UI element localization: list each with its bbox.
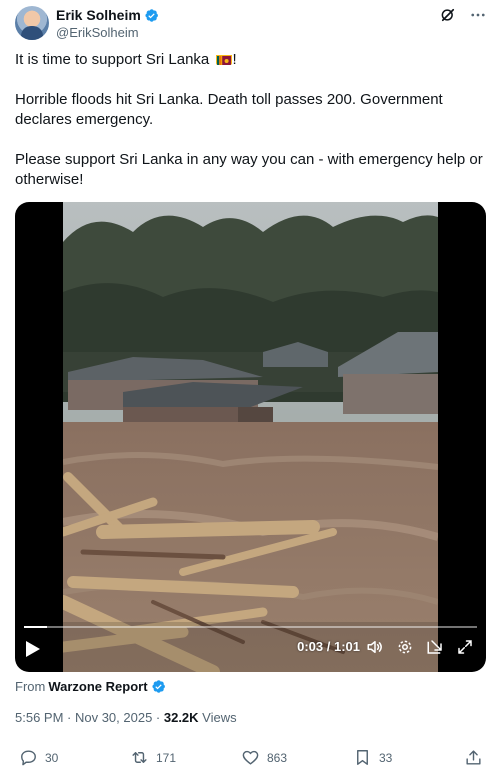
fullscreen-icon[interactable] xyxy=(456,638,474,656)
source-name-link[interactable]: Warzone Report xyxy=(48,679,147,694)
repost-icon xyxy=(132,752,147,763)
source-prefix: From xyxy=(15,679,46,694)
tweet-text: It is time to support Sri Lanka ! Horrib… xyxy=(15,50,487,190)
grok-icon[interactable] xyxy=(439,6,457,24)
reply-count: 30 xyxy=(45,750,59,765)
share-icon xyxy=(466,750,481,765)
source-verified-badge-icon xyxy=(151,679,166,694)
settings-gear-icon[interactable] xyxy=(396,638,414,656)
tweet-header: Erik Solheim @ErikSolheim xyxy=(15,6,487,42)
reply-button[interactable]: 30 xyxy=(19,748,58,767)
like-count: 863 xyxy=(267,750,288,765)
tweet-timestamp[interactable]: 5:56 PM · Nov 30, 2025 · xyxy=(15,710,164,725)
author-display-name[interactable]: Erik Solheim xyxy=(56,7,141,24)
tweet-paragraph-1: It is time to support Sri Lanka ! xyxy=(15,50,487,70)
author-block: Erik Solheim @ErikSolheim xyxy=(56,7,159,41)
play-icon[interactable] xyxy=(25,640,41,658)
repost-button[interactable]: 171 xyxy=(130,748,176,767)
video-progress-fill xyxy=(24,626,47,628)
tweet-line1-suffix: ! xyxy=(232,51,237,68)
views-count: 32.2K xyxy=(163,710,199,725)
sri-lanka-flag-icon xyxy=(216,53,233,65)
video-player[interactable]: 0:03 / 1:01 xyxy=(15,202,486,672)
picture-in-picture-icon[interactable] xyxy=(426,638,444,656)
flood-video-image xyxy=(63,202,438,672)
views-label: Views xyxy=(198,710,237,725)
reply-icon xyxy=(21,750,36,766)
video-controls: 0:03 / 1:01 xyxy=(15,624,486,672)
tweet-action-bar: 30 171 863 33 xyxy=(15,748,487,770)
tweet-meta: 5:56 PM · Nov 30, 2025 · 32.2K Views xyxy=(15,710,237,725)
share-button[interactable] xyxy=(464,748,483,767)
video-frame[interactable] xyxy=(63,202,438,672)
tweet-paragraph-3: Please support Sri Lanka in any way you … xyxy=(15,151,483,188)
video-source-attribution: From Warzone Report xyxy=(15,679,166,694)
author-name-row: Erik Solheim xyxy=(56,7,159,24)
bookmark-button[interactable]: 33 xyxy=(353,748,392,767)
bookmark-icon xyxy=(357,750,368,765)
video-time: 0:03 / 1:01 xyxy=(297,639,360,654)
bookmark-count: 33 xyxy=(379,750,393,765)
repost-count: 171 xyxy=(156,750,177,765)
tweet-paragraph-2: Horrible floods hit Sri Lanka. Death tol… xyxy=(15,91,443,128)
avatar[interactable] xyxy=(15,6,49,40)
volume-icon[interactable] xyxy=(366,638,384,656)
video-progress-bar[interactable] xyxy=(24,626,477,628)
author-handle[interactable]: @ErikSolheim xyxy=(56,25,159,41)
header-actions xyxy=(439,6,487,24)
like-button[interactable]: 863 xyxy=(241,748,287,767)
tweet-line1-text: It is time to support Sri Lanka xyxy=(15,51,210,68)
verified-badge-icon xyxy=(144,8,159,23)
more-options-icon[interactable] xyxy=(469,6,487,24)
heart-icon xyxy=(242,750,259,765)
video-control-icons xyxy=(366,638,474,656)
